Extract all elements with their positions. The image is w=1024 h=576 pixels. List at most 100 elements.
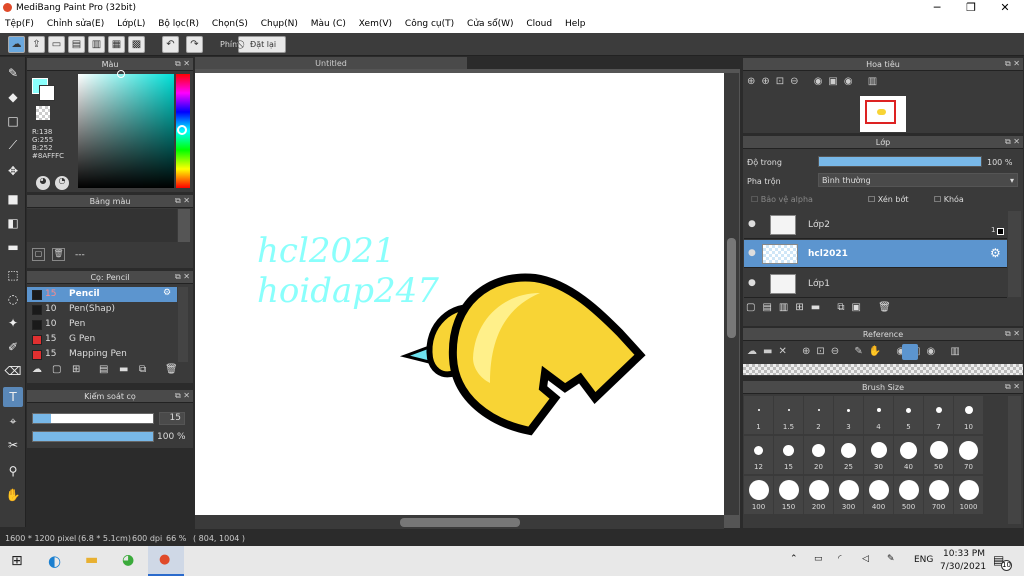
gradient-tool-icon[interactable]: ▬ bbox=[3, 237, 23, 257]
brush-size-cell[interactable]: 30 bbox=[864, 436, 893, 474]
divide-tool-icon[interactable]: ✂ bbox=[3, 435, 23, 455]
minimize-button[interactable]: ─ bbox=[920, 0, 954, 17]
brush-size-cell[interactable]: 12 bbox=[744, 436, 773, 474]
brush-size-cell[interactable]: 2 bbox=[804, 396, 833, 434]
text-tool-icon[interactable]: T bbox=[3, 387, 23, 407]
layer-row[interactable]: ● Lớp2 1 bbox=[744, 211, 1007, 239]
medibang-taskbar-button[interactable]: ● bbox=[148, 546, 184, 576]
delete-brush-icon[interactable]: 🗑 bbox=[165, 364, 178, 375]
panel-close-icon[interactable]: ⧉ ✕ bbox=[1005, 329, 1020, 339]
background-color-swatch[interactable] bbox=[39, 85, 55, 101]
brush-size-cell[interactable]: 70 bbox=[954, 436, 983, 474]
hue-slider-handle[interactable] bbox=[177, 125, 187, 135]
color-picker-cursor[interactable] bbox=[117, 70, 125, 78]
menu-snap[interactable]: Chụp(N) bbox=[256, 17, 303, 29]
select-pen-icon[interactable]: ✐ bbox=[3, 337, 23, 357]
navigator-zoom-icons[interactable]: ⊕⊕⊡⊖ ◉▣◉ ▥ bbox=[747, 76, 883, 87]
blend-mode-select[interactable]: Bình thường ▾ bbox=[818, 173, 1018, 187]
menu-help[interactable]: Help bbox=[560, 17, 591, 29]
panel-close-icon[interactable]: ⧉ ✕ bbox=[1005, 59, 1020, 69]
panel-close-icon[interactable]: ⧉ ✕ bbox=[1005, 137, 1020, 147]
brush-size-cell[interactable]: 40 bbox=[894, 436, 923, 474]
undo-icon[interactable]: ↶ bbox=[162, 36, 179, 53]
canvas-paper[interactable]: hcl2021 hoidap247 bbox=[195, 73, 724, 515]
brush-item[interactable]: 15 Pencil ⚙ bbox=[27, 287, 177, 302]
new-palette-icon[interactable]: ▢ bbox=[32, 248, 45, 261]
menu-window[interactable]: Cửa sổ(W) bbox=[462, 17, 518, 29]
saturation-value-picker[interactable] bbox=[78, 74, 174, 188]
brush-size-cell[interactable]: 10 bbox=[954, 396, 983, 434]
panel-close-icon[interactable]: ⧉ ✕ bbox=[175, 196, 190, 206]
reference-hand-active[interactable] bbox=[902, 344, 918, 360]
hand-tool-icon[interactable]: ✋ bbox=[3, 485, 23, 505]
brush-item[interactable]: 10 Pen(Shap) bbox=[27, 302, 177, 317]
eye-icon[interactable]: ● bbox=[748, 278, 756, 288]
pages-icon[interactable]: ▦ bbox=[108, 36, 125, 53]
brush-size-cell[interactable]: 100 bbox=[744, 476, 773, 514]
gear-icon[interactable]: ⚙ bbox=[163, 288, 171, 298]
lock-checkbox[interactable]: ☐ Khóa bbox=[934, 195, 964, 204]
menu-edit[interactable]: Chỉnh sửa(E) bbox=[42, 17, 109, 29]
brush-size-cell[interactable]: 150 bbox=[774, 476, 803, 514]
menu-file[interactable]: Tệp(F) bbox=[0, 17, 39, 29]
chat-icon[interactable]: ▤ bbox=[68, 36, 85, 53]
operation-tool-icon[interactable]: ⌖ bbox=[3, 411, 23, 431]
file-explorer-icon[interactable]: ▬ bbox=[85, 552, 98, 568]
brush-size-value[interactable]: 15 bbox=[159, 412, 185, 425]
brush-size-cell[interactable]: 400 bbox=[864, 476, 893, 514]
layer-row[interactable]: ● hcl2021 ⚙ bbox=[744, 240, 1007, 268]
grid-icon[interactable]: ▩ bbox=[128, 36, 145, 53]
language-indicator[interactable]: ENG bbox=[914, 555, 933, 565]
brush-size-cell[interactable]: 700 bbox=[924, 476, 953, 514]
panel-close-icon[interactable]: ⧉ ✕ bbox=[175, 391, 190, 401]
transparent-swatch[interactable] bbox=[36, 106, 50, 120]
browser-icon[interactable]: ◕ bbox=[122, 552, 134, 568]
brush-size-cell[interactable]: 5 bbox=[894, 396, 923, 434]
lasso-tool-icon[interactable]: ◌ bbox=[3, 289, 23, 309]
brush-list-scrollbar[interactable] bbox=[178, 287, 188, 362]
clock-date[interactable]: 7/30/2021 bbox=[940, 562, 986, 572]
eraser-tool-icon[interactable]: ◆ bbox=[3, 87, 23, 107]
line-tool-icon[interactable]: ⟋ bbox=[3, 135, 23, 155]
chevron-up-icon[interactable]: ⌃ bbox=[790, 554, 798, 564]
brush-size-cell[interactable]: 300 bbox=[834, 476, 863, 514]
canvas-hscroll-thumb[interactable] bbox=[400, 518, 520, 527]
panel-close-icon[interactable]: ⧉ ✕ bbox=[175, 59, 190, 69]
protect-alpha-checkbox[interactable]: ☐ Bảo vệ alpha bbox=[751, 195, 813, 204]
close-button[interactable]: ✕ bbox=[988, 0, 1022, 17]
brush-cloud-icon[interactable]: ☁ bbox=[32, 364, 42, 375]
select-tool-icon[interactable]: ⬚ bbox=[3, 265, 23, 285]
battery-icon[interactable]: ▭ bbox=[814, 554, 823, 564]
move-tool-icon[interactable]: ✥ bbox=[3, 161, 23, 181]
brush-tool-icon[interactable]: ✎ bbox=[3, 63, 23, 83]
add-brush-icon[interactable]: ⊞ bbox=[72, 364, 80, 375]
brush-size-cell[interactable]: 1000 bbox=[954, 476, 983, 514]
magic-wand-icon[interactable]: ✦ bbox=[3, 313, 23, 333]
brush-size-cell[interactable]: 7 bbox=[924, 396, 953, 434]
select-eraser-icon[interactable]: ⌫ bbox=[3, 361, 23, 381]
layer-row[interactable]: ● Lớp1 bbox=[744, 270, 1007, 298]
brush-size-cell[interactable]: 25 bbox=[834, 436, 863, 474]
brush-size-cell[interactable]: 4 bbox=[864, 396, 893, 434]
brush-item[interactable]: 15 G Pen bbox=[27, 332, 177, 347]
maximize-button[interactable]: ❐ bbox=[954, 0, 988, 17]
brush-size-cell[interactable]: 1 bbox=[744, 396, 773, 434]
cloud-icon[interactable]: ☁ bbox=[8, 36, 25, 53]
panel-close-icon[interactable]: ⧉ ✕ bbox=[175, 272, 190, 282]
palette-icon[interactable]: ◕ bbox=[36, 176, 50, 190]
windows-start-icon[interactable]: ⊞ bbox=[11, 553, 23, 569]
brush-folder-icon[interactable]: ▬ bbox=[119, 364, 128, 375]
canvas-hscrollbar[interactable] bbox=[195, 515, 724, 529]
brush-size-cell[interactable]: 3 bbox=[834, 396, 863, 434]
pen-icon[interactable]: ✎ bbox=[887, 554, 895, 564]
brush-size-cell[interactable]: 50 bbox=[924, 436, 953, 474]
menu-filter[interactable]: Bộ lọc(R) bbox=[153, 17, 204, 29]
volume-icon[interactable]: ◁ bbox=[862, 554, 869, 564]
brush-size-scrollbar[interactable] bbox=[1008, 396, 1021, 524]
gear-icon[interactable]: ⚙ bbox=[990, 246, 1001, 260]
menu-layer[interactable]: Lớp(L) bbox=[112, 17, 150, 29]
new-brush-icon[interactable]: ▢ bbox=[52, 364, 61, 375]
share-icon[interactable]: ⇪ bbox=[28, 36, 45, 53]
edge-icon[interactable]: ◐ bbox=[48, 552, 61, 570]
brush-size-slider[interactable] bbox=[32, 413, 154, 424]
